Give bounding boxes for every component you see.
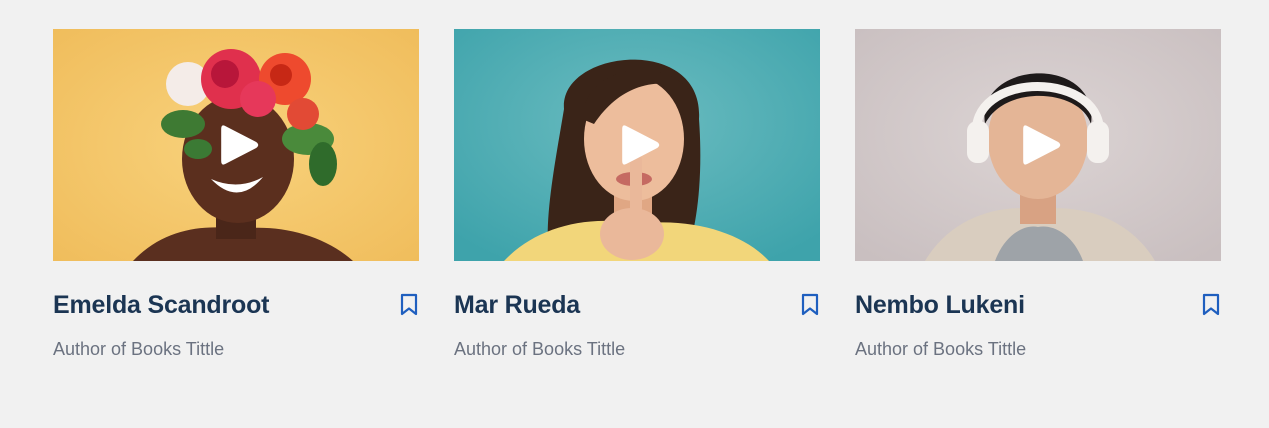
author-info: Nembo Lukeni — [855, 289, 1221, 321]
author-info: Emelda Scandroot — [53, 289, 419, 321]
author-subtitle: Author of Books Tittle — [53, 339, 225, 359]
author-subtitle: Author of Books Tittle — [454, 339, 626, 359]
bookmark-icon[interactable] — [1201, 293, 1221, 317]
author-info: Mar Rueda — [454, 289, 820, 321]
author-video-grid: Emelda Scandroot Author of Books Tittle — [53, 29, 1221, 361]
author-name[interactable]: Nembo Lukeni — [855, 289, 1025, 321]
author-card: Nembo Lukeni Author of Books Tittle — [855, 29, 1221, 361]
play-icon — [1023, 125, 1061, 165]
play-icon — [622, 125, 660, 165]
bookmark-icon[interactable] — [800, 293, 820, 317]
author-subtitle: Author of Books Tittle — [855, 339, 1027, 359]
play-icon — [221, 125, 259, 165]
video-thumbnail[interactable] — [855, 29, 1221, 261]
video-thumbnail[interactable] — [53, 29, 419, 261]
author-name[interactable]: Emelda Scandroot — [53, 289, 269, 321]
author-card: Emelda Scandroot Author of Books Tittle — [53, 29, 419, 361]
author-card: Mar Rueda Author of Books Tittle — [454, 29, 820, 361]
video-thumbnail[interactable] — [454, 29, 820, 261]
author-name[interactable]: Mar Rueda — [454, 289, 580, 321]
bookmark-icon[interactable] — [399, 293, 419, 317]
